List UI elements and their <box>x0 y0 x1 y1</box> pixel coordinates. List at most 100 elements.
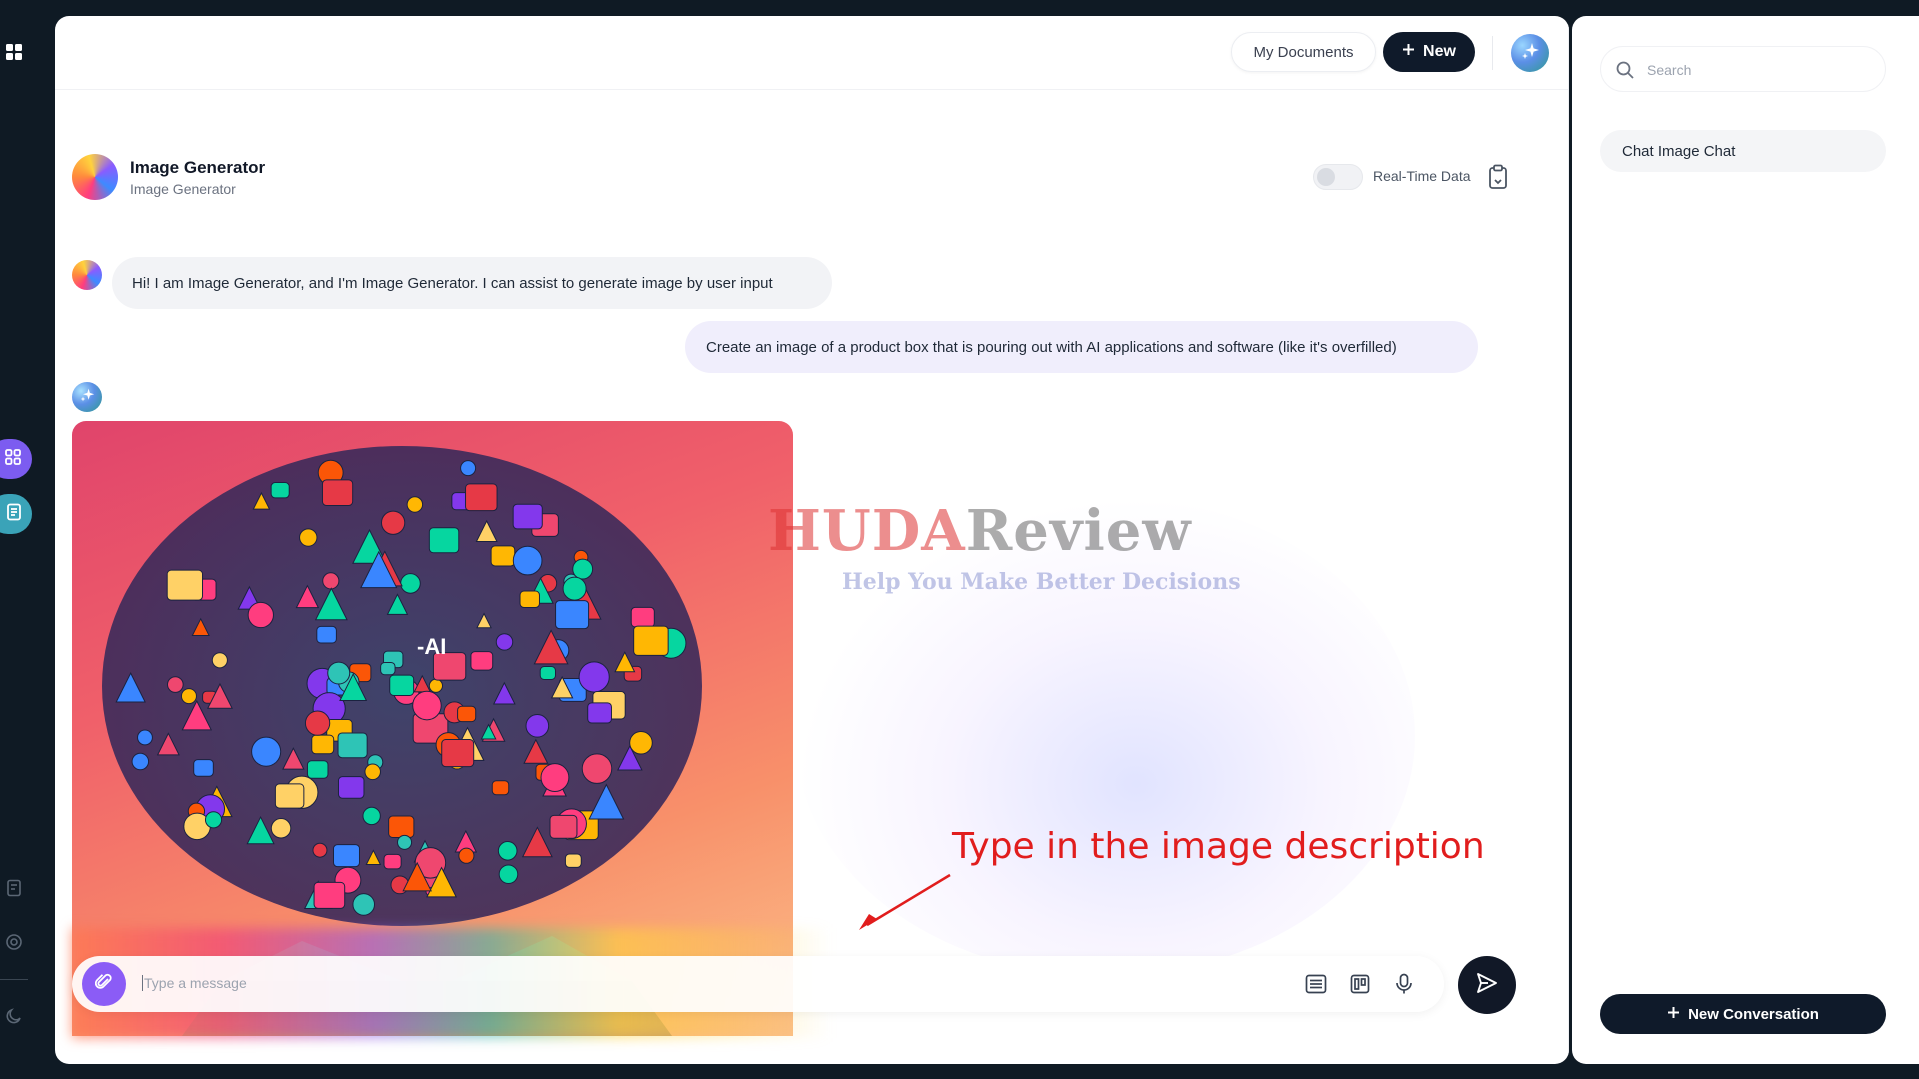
new-conversation-button[interactable]: New Conversation <box>1600 994 1886 1034</box>
toggle-knob <box>1317 168 1335 186</box>
search-placeholder: Search <box>1647 62 1692 78</box>
image-app-icon-shape <box>312 842 328 858</box>
image-app-icon-shape <box>428 527 460 554</box>
watermark-brand-red: HUDA <box>768 498 966 564</box>
image-app-icon-shape <box>274 783 305 809</box>
image-app-icon-shape <box>441 739 475 768</box>
image-app-icon-shape <box>380 661 396 676</box>
plus-icon <box>1667 1006 1680 1023</box>
panel-divider <box>1568 16 1569 1064</box>
assistant-subtitle: Image Generator <box>130 181 236 197</box>
image-app-icon-shape <box>495 633 514 651</box>
assistant-message-avatar <box>72 260 102 290</box>
image-app-icon-shape <box>247 601 274 629</box>
microphone-icon[interactable] <box>1392 972 1416 996</box>
send-button[interactable] <box>1458 956 1516 1014</box>
assistant-avatar <box>72 154 118 200</box>
image-app-icon-shape <box>491 780 510 796</box>
image-app-icon-shape <box>428 678 444 693</box>
image-app-icon-shape <box>470 651 494 671</box>
image-app-icon-shape <box>457 705 477 723</box>
image-app-icon-shape <box>406 496 424 513</box>
moon-icon[interactable] <box>4 1006 24 1026</box>
image-app-icon-shape <box>519 590 540 609</box>
image-app-icon-shape <box>364 763 381 781</box>
image-app-icon-shape <box>383 853 402 870</box>
image-app-icon-shape <box>380 510 406 535</box>
watermark-brand: HUDAReview <box>768 498 1192 564</box>
image-app-icon-shape <box>193 759 214 777</box>
image-app-icon-shape <box>204 811 223 829</box>
image-app-icon-shape <box>389 674 415 696</box>
image-app-icon-shape <box>460 460 477 477</box>
search-icon <box>1615 60 1635 85</box>
nav-documents-button[interactable] <box>0 494 32 534</box>
help-icon[interactable] <box>4 932 24 952</box>
image-app-icon-shape <box>137 729 153 746</box>
image-app-icon-shape <box>412 690 442 721</box>
send-arrow-icon <box>1476 972 1498 999</box>
watermark-tagline: Help You Make Better Decisions <box>842 569 1241 595</box>
image-app-icon-shape <box>539 666 556 680</box>
conversation-search-input[interactable]: Search <box>1600 46 1886 92</box>
image-app-icon-shape <box>270 482 290 499</box>
image-ai-label: -AI <box>417 634 446 659</box>
sparkle-icon <box>79 387 95 408</box>
image-app-icon-shape <box>633 625 669 656</box>
realtime-data-label: Real-Time Data <box>1373 168 1471 184</box>
image-app-icon-shape <box>299 528 318 547</box>
image-app-icon-shape <box>166 676 184 693</box>
image-app-icon-shape <box>131 752 150 771</box>
image-app-icon-shape <box>525 713 550 738</box>
clipboard-icon[interactable] <box>1487 164 1509 190</box>
image-app-icon-shape <box>458 847 475 864</box>
my-documents-button[interactable]: My Documents <box>1231 32 1376 72</box>
image-app-icon-shape <box>555 600 590 630</box>
nav-apps-button[interactable] <box>0 439 32 479</box>
image-app-icon-shape <box>512 503 543 530</box>
attach-button[interactable] <box>82 962 126 1006</box>
image-app-icon-shape <box>540 763 570 792</box>
plus-icon <box>1402 43 1415 61</box>
message-input[interactable]: Type a message <box>142 975 247 991</box>
image-app-icon-shape <box>388 815 415 838</box>
chat-main-panel: My Documents New Image Generator Image G… <box>55 16 1569 1064</box>
image-app-icon-shape <box>497 840 518 861</box>
notes-icon[interactable] <box>4 878 24 898</box>
conversation-item[interactable]: Chat Image Chat <box>1600 130 1886 172</box>
new-conversation-label: New Conversation <box>1688 1005 1819 1023</box>
image-app-icon-shape <box>327 661 351 685</box>
top-bar: My Documents New <box>55 16 1569 90</box>
image-app-icon-shape <box>321 479 354 507</box>
image-app-icon-shape <box>333 844 360 868</box>
apps-grid-icon[interactable] <box>4 42 24 62</box>
message-composer: Type a message <box>72 956 1444 1012</box>
image-app-icon-shape <box>316 625 337 644</box>
image-app-icon-shape <box>564 853 582 868</box>
image-app-icon-shape <box>400 573 421 594</box>
image-app-icon-shape <box>512 545 543 576</box>
prompt-list-icon[interactable] <box>1304 972 1328 996</box>
widgets-icon <box>4 448 22 471</box>
new-button[interactable]: New <box>1383 32 1475 72</box>
image-app-icon-shape <box>578 661 610 693</box>
conversations-panel: Search Chat Image Chat New Conversation <box>1572 16 1919 1064</box>
left-rail <box>0 0 55 1079</box>
annotation-arrow <box>859 873 951 930</box>
image-app-icon-shape <box>562 576 587 601</box>
image-app-icon-shape <box>490 545 516 567</box>
image-app-icon-shape <box>362 806 381 826</box>
image-app-icon-shape <box>337 776 365 799</box>
realtime-data-toggle[interactable] <box>1313 164 1363 190</box>
assistant-name: Image Generator <box>130 158 266 177</box>
template-icon[interactable] <box>1348 972 1372 996</box>
ai-assistant-avatar[interactable] <box>1511 34 1549 72</box>
ai-response-avatar <box>72 382 102 412</box>
watermark-brand-dark: Review <box>965 498 1192 564</box>
user-message: Create an image of a product box that is… <box>685 321 1478 373</box>
image-app-icon-shape <box>306 760 329 779</box>
document-icon <box>6 503 22 526</box>
image-app-icon-shape <box>587 702 612 724</box>
image-app-icon-shape <box>270 817 292 839</box>
rail-divider <box>0 979 28 980</box>
